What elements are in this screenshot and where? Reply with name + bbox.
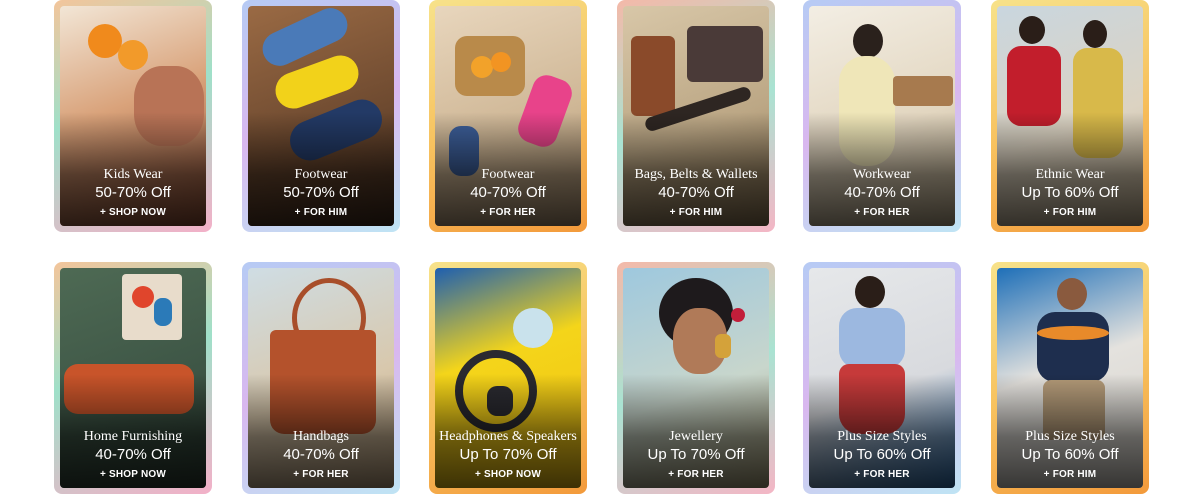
promo-image-bags-belts-wallets: Bags, Belts & Wallets 40-70% Off + FOR H…: [623, 6, 769, 226]
tile-offer: Up To 70% Off: [459, 446, 557, 463]
tile-offer: Up To 60% Off: [833, 446, 931, 463]
promo-image-plus-size-her: Plus Size Styles Up To 60% Off + FOR HER: [809, 268, 955, 488]
tile-cta[interactable]: + FOR HIM: [997, 206, 1143, 220]
tile-cta[interactable]: + FOR HER: [248, 468, 394, 482]
tile-cta[interactable]: + FOR HIM: [997, 468, 1143, 482]
tile-offer: 40-70% Off: [658, 184, 734, 201]
promo-tile-footwear-her[interactable]: Footwear 40-70% Off + FOR HER: [429, 0, 587, 232]
tile-cta[interactable]: + FOR HER: [623, 468, 769, 482]
tile-offer: Up To 60% Off: [1021, 446, 1119, 463]
promo-tile-home-furnishing[interactable]: Home Furnishing 40-70% Off + SHOP NOW: [54, 262, 212, 494]
promo-image-headphones-speakers: Headphones & Speakers Up To 70% Off + SH…: [435, 268, 581, 488]
tile-category: Home Furnishing: [83, 429, 183, 444]
tile-cta[interactable]: + FOR HER: [435, 206, 581, 220]
tile-offer: 50-70% Off: [283, 184, 359, 201]
tile-offer: 40-70% Off: [95, 446, 171, 463]
tile-cta[interactable]: + FOR HER: [809, 468, 955, 482]
tile-cta[interactable]: + SHOP NOW: [60, 206, 206, 220]
tile-cta[interactable]: + FOR HIM: [623, 206, 769, 220]
promo-image-ethnic-wear: Ethnic Wear Up To 60% Off + FOR HIM: [997, 6, 1143, 226]
tile-category: Ethnic Wear: [1035, 167, 1105, 182]
tile-category: Headphones & Speakers: [439, 429, 577, 444]
promo-image-plus-size-him: Plus Size Styles Up To 60% Off + FOR HIM: [997, 268, 1143, 488]
tile-category: Footwear: [294, 167, 348, 182]
promo-tile-footwear-him[interactable]: Footwear 50-70% Off + FOR HIM: [242, 0, 400, 232]
promo-image-footwear-him: Footwear 50-70% Off + FOR HIM: [248, 6, 394, 226]
tile-category: Plus Size Styles: [1025, 429, 1115, 444]
tile-category: Plus Size Styles: [837, 429, 927, 444]
promo-image-workwear: Workwear 40-70% Off + FOR HER: [809, 6, 955, 226]
tile-cta[interactable]: + SHOP NOW: [435, 468, 581, 482]
promo-tile-kids-wear[interactable]: Kids Wear 50-70% Off + SHOP NOW: [54, 0, 212, 232]
promo-image-kids-wear: Kids Wear 50-70% Off + SHOP NOW: [60, 6, 206, 226]
tile-offer: 50-70% Off: [95, 184, 171, 201]
tile-category: Footwear: [481, 167, 535, 182]
tile-category: Workwear: [853, 167, 911, 182]
promo-tile-workwear[interactable]: Workwear 40-70% Off + FOR HER: [803, 0, 961, 232]
tile-cta[interactable]: + SHOP NOW: [60, 468, 206, 482]
promo-image-home-furnishing: Home Furnishing 40-70% Off + SHOP NOW: [60, 268, 206, 488]
tile-cta[interactable]: + FOR HIM: [248, 206, 394, 220]
promo-tile-ethnic-wear[interactable]: Ethnic Wear Up To 60% Off + FOR HIM: [991, 0, 1149, 232]
promo-tile-handbags[interactable]: Handbags 40-70% Off + FOR HER: [242, 262, 400, 494]
promo-image-footwear-her: Footwear 40-70% Off + FOR HER: [435, 6, 581, 226]
tile-cta[interactable]: + FOR HER: [809, 206, 955, 220]
promo-tile-plus-size-her[interactable]: Plus Size Styles Up To 60% Off + FOR HER: [803, 262, 961, 494]
promo-image-jewellery: Jewellery Up To 70% Off + FOR HER: [623, 268, 769, 488]
tile-offer: 40-70% Off: [844, 184, 920, 201]
tile-offer: 40-70% Off: [470, 184, 546, 201]
promo-tile-plus-size-him[interactable]: Plus Size Styles Up To 60% Off + FOR HIM: [991, 262, 1149, 494]
tile-category: Kids Wear: [103, 167, 163, 182]
tile-offer: 40-70% Off: [283, 446, 359, 463]
tile-offer: Up To 70% Off: [647, 446, 745, 463]
promo-tile-jewellery[interactable]: Jewellery Up To 70% Off + FOR HER: [617, 262, 775, 494]
tile-category: Handbags: [293, 429, 349, 444]
tile-offer: Up To 60% Off: [1021, 184, 1119, 201]
promo-image-handbags: Handbags 40-70% Off + FOR HER: [248, 268, 394, 488]
tile-category: Jewellery: [669, 429, 723, 444]
promo-tile-headphones-speakers[interactable]: Headphones & Speakers Up To 70% Off + SH…: [429, 262, 587, 494]
promo-tile-bags-belts-wallets[interactable]: Bags, Belts & Wallets 40-70% Off + FOR H…: [617, 0, 775, 232]
tile-category: Bags, Belts & Wallets: [634, 167, 758, 182]
